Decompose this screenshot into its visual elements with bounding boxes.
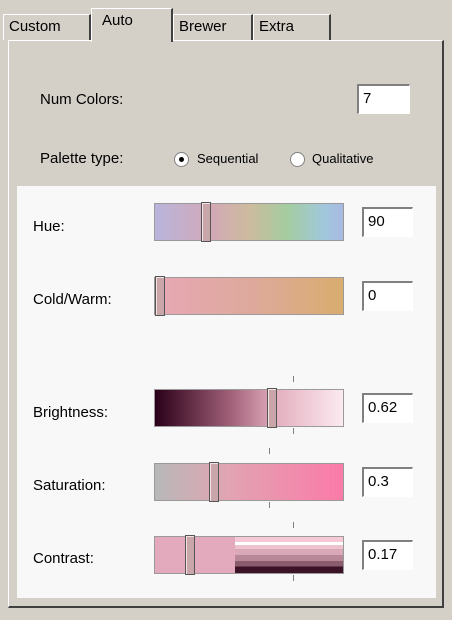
qualitative-label[interactable]: Qualitative xyxy=(312,151,373,166)
cold-warm-field[interactable]: 0 xyxy=(362,281,413,311)
hue-slider[interactable] xyxy=(154,202,344,242)
contrast-tick-bottom xyxy=(293,575,294,581)
sequential-radio[interactable] xyxy=(174,152,189,167)
contrast-low-region xyxy=(155,537,235,573)
saturation-slider-thumb[interactable] xyxy=(209,462,219,502)
saturation-slider[interactable] xyxy=(154,462,344,502)
num-colors-label: Num Colors: xyxy=(40,91,124,108)
saturation-tick-top xyxy=(269,448,270,454)
cold-warm-label: Cold/Warm: xyxy=(33,291,112,308)
contrast-slider[interactable] xyxy=(154,535,344,575)
saturation-tick-bottom xyxy=(269,502,270,508)
saturation-label: Saturation: xyxy=(33,477,106,494)
brightness-field[interactable]: 0.62 xyxy=(362,393,413,423)
contrast-tick-top xyxy=(293,522,294,528)
auto-panel: Num Colors: 7 Palette type: Sequential Q… xyxy=(8,40,444,608)
brightness-tick-bottom xyxy=(293,428,294,434)
tab-brewer[interactable]: Brewer xyxy=(173,14,253,40)
contrast-label: Contrast: xyxy=(33,550,94,567)
sequential-label[interactable]: Sequential xyxy=(197,151,258,166)
hue-label: Hue: xyxy=(33,218,65,235)
brightness-label: Brightness: xyxy=(33,404,109,421)
brightness-tick-top xyxy=(293,376,294,382)
saturation-field[interactable]: 0.3 xyxy=(362,467,413,497)
palette-type-label: Palette type: xyxy=(40,150,124,167)
slider-area: Hue: 90 Cold/Warm: 0 Brightness: 0.62 Sa… xyxy=(17,186,436,598)
cold-warm-slider-thumb[interactable] xyxy=(155,276,165,316)
tab-custom[interactable]: Custom xyxy=(3,14,91,40)
brightness-slider-thumb[interactable] xyxy=(267,388,277,428)
contrast-slider-thumb[interactable] xyxy=(185,535,195,575)
qualitative-radio[interactable] xyxy=(290,152,305,167)
contrast-field[interactable]: 0.17 xyxy=(362,540,413,570)
cold-warm-slider[interactable] xyxy=(154,276,344,316)
tab-extra[interactable]: Extra xyxy=(253,14,331,40)
hue-slider-thumb[interactable] xyxy=(201,202,211,242)
num-colors-field[interactable]: 7 xyxy=(357,84,410,114)
hue-field[interactable]: 90 xyxy=(362,207,413,237)
brightness-slider[interactable] xyxy=(154,388,344,428)
tab-auto[interactable]: Auto xyxy=(91,8,173,42)
